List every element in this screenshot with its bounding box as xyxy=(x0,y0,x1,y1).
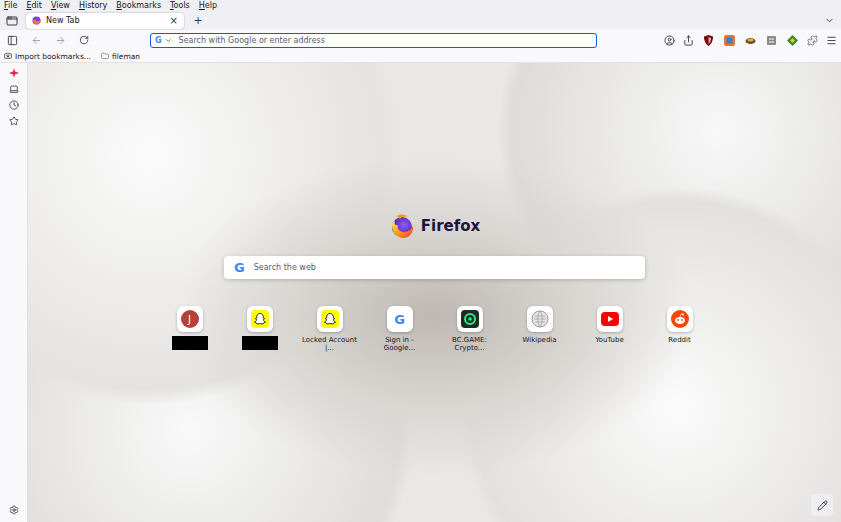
tab[interactable]: New Tab× xyxy=(26,13,184,29)
folder-icon xyxy=(101,52,109,60)
hamburger-menu-icon[interactable] xyxy=(826,35,837,46)
bookmarks-bar: Import bookmarks... fileman xyxy=(0,50,841,63)
bookmark-item[interactable]: fileman xyxy=(101,52,140,61)
sidebar-toggle-button[interactable] xyxy=(4,32,20,48)
top-site-icon-box[interactable] xyxy=(317,306,343,332)
account-icon[interactable] xyxy=(664,35,675,46)
top-site-tile[interactable]: YouTube xyxy=(575,306,645,352)
new-tab-background-photo: Firefox GSearch the web J Locked Account |.… xyxy=(28,63,841,522)
sidebar-panel-icon xyxy=(7,35,18,46)
extensions-puzzle-icon[interactable] xyxy=(807,35,818,46)
top-site-icon-box[interactable] xyxy=(527,306,553,332)
top-site-tile[interactable]: Locked Account |... xyxy=(295,306,365,352)
search-engine-glyph: G xyxy=(234,260,245,275)
forward-button[interactable] xyxy=(52,32,68,48)
import-icon xyxy=(4,52,12,60)
nav-bar: G Search with Google or enter address xyxy=(0,30,841,50)
share-icon[interactable] xyxy=(683,35,694,46)
brown-extension-icon[interactable] xyxy=(744,34,757,47)
top-site-label: Sign in - Google... xyxy=(371,336,429,352)
grey-extension-icon[interactable] xyxy=(765,34,778,47)
top-site-label: YouTube xyxy=(581,336,639,344)
firefox-view-button[interactable] xyxy=(4,13,20,29)
top-site-icon-box[interactable] xyxy=(457,306,483,332)
menu-item[interactable]: History xyxy=(79,1,107,11)
gear-icon[interactable] xyxy=(9,505,19,515)
letter-icon: J xyxy=(181,310,199,328)
arrow-right-icon xyxy=(55,35,66,46)
redacted-label xyxy=(172,336,208,350)
brand: Firefox xyxy=(389,213,480,239)
top-site-label: Reddit xyxy=(651,336,709,344)
top-site-label: Locked Account |... xyxy=(301,336,359,352)
top-site-tile[interactable]: J xyxy=(155,306,225,352)
bcgame-icon xyxy=(461,310,479,328)
top-site-tile[interactable] xyxy=(225,306,295,352)
youtube-play-icon xyxy=(601,312,619,326)
bookmark-item[interactable]: Import bookmarks... xyxy=(4,52,91,61)
menu-item[interactable]: File xyxy=(4,1,17,11)
top-site-icon-box[interactable]: J xyxy=(177,306,203,332)
customize-button[interactable] xyxy=(811,494,833,516)
history-clock-icon[interactable] xyxy=(9,100,19,110)
toolbar-icons xyxy=(664,34,837,47)
ai-chatbot-icon[interactable] xyxy=(9,68,19,78)
reddit-alien-icon xyxy=(671,310,689,328)
top-site-icon-box[interactable] xyxy=(597,306,623,332)
back-button[interactable] xyxy=(28,32,44,48)
synced-tabs-icon[interactable] xyxy=(9,84,19,94)
menu-item[interactable]: Tools xyxy=(170,1,190,11)
tab-close-button[interactable]: × xyxy=(170,15,178,26)
menu-item[interactable]: Edit xyxy=(26,1,42,11)
top-site-label: Wikipedia xyxy=(511,336,569,344)
address-placeholder: Search with Google or enter address xyxy=(179,36,325,45)
search-engine-glyph[interactable]: G xyxy=(155,36,162,45)
top-site-tile[interactable]: G Sign in - Google... xyxy=(365,306,435,352)
shield-extension-icon[interactable] xyxy=(702,34,715,47)
address-field[interactable]: G Search with Google or enter address xyxy=(150,33,597,48)
tab-bar: New Tab× + xyxy=(0,11,841,30)
google-icon: G xyxy=(394,312,405,327)
top-sites: J Locked Account |... G Sign in - Google...… xyxy=(155,306,715,352)
snapchat-ghost-icon xyxy=(321,310,339,328)
sidebar xyxy=(0,63,28,522)
content-area: Firefox GSearch the web J Locked Account |.… xyxy=(0,63,841,522)
new-tab-button[interactable]: + xyxy=(190,13,206,29)
pencil-icon xyxy=(817,500,828,511)
arrow-left-icon xyxy=(31,35,42,46)
firefox-logo-icon xyxy=(389,213,415,239)
bookmark-star-icon[interactable] xyxy=(9,116,19,126)
menu-item[interactable]: Bookmarks xyxy=(116,1,161,11)
green-extension-icon[interactable] xyxy=(786,34,799,47)
firefox-view-icon xyxy=(6,15,18,27)
menu-item[interactable]: View xyxy=(51,1,70,11)
menu-item[interactable]: Help xyxy=(199,1,217,11)
top-site-icon-box[interactable] xyxy=(247,306,273,332)
wikipedia-globe-icon xyxy=(531,310,549,328)
top-site-tile[interactable]: BC.GAME: Crypto... xyxy=(435,306,505,352)
chevron-down-icon xyxy=(824,15,835,26)
redacted-label xyxy=(242,336,278,350)
top-site-tile[interactable]: Reddit xyxy=(645,306,715,352)
brand-text: Firefox xyxy=(421,217,480,235)
top-site-tile[interactable]: Wikipedia xyxy=(505,306,575,352)
reload-icon xyxy=(79,35,89,45)
orange-extension-icon[interactable] xyxy=(723,34,736,47)
top-site-icon-box[interactable] xyxy=(667,306,693,332)
snapchat-ghost-icon xyxy=(251,310,269,328)
top-site-icon-box[interactable]: G xyxy=(387,306,413,332)
reload-button[interactable] xyxy=(76,32,92,48)
engine-chevron-icon xyxy=(165,37,172,44)
menu-bar: File Edit View History Bookmarks Tools Help xyxy=(0,0,841,11)
list-tabs-button[interactable] xyxy=(821,13,837,29)
firefox-favicon-icon xyxy=(32,16,41,25)
top-site-label: BC.GAME: Crypto... xyxy=(441,336,499,352)
browser-window: FileEditViewHistoryBookmarksToolsHelpNew… xyxy=(0,0,841,522)
web-search-box[interactable]: GSearch the web xyxy=(224,256,645,279)
